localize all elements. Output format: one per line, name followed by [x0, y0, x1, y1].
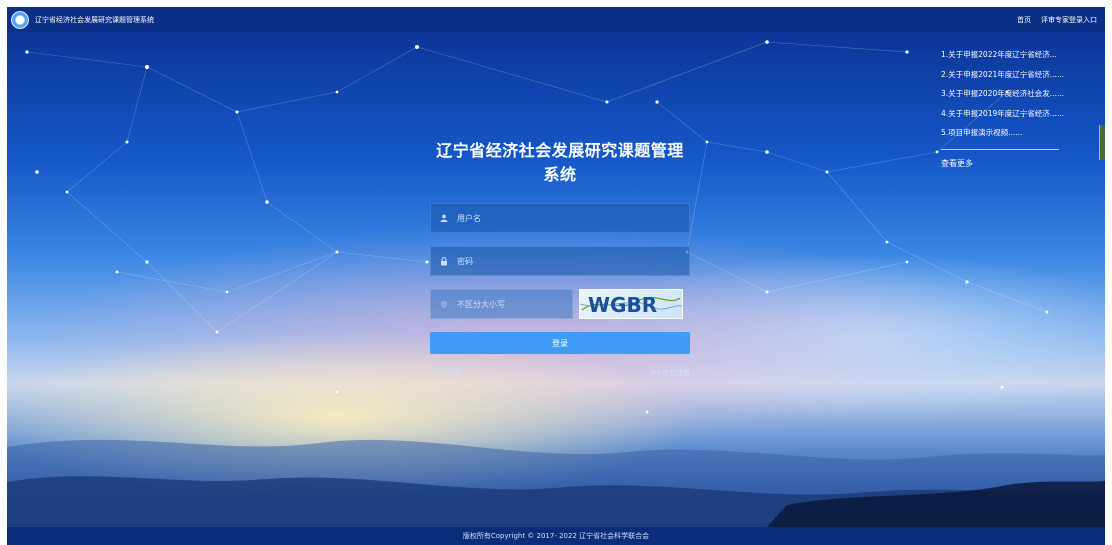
side-tab-handle[interactable]	[1099, 125, 1105, 160]
copyright-text: 版权所有Copyright © 2017- 2022 辽宁省社会科学联合会	[462, 532, 650, 540]
news-item[interactable]: 4.关于申报2019年度辽宁省经济......	[941, 104, 1073, 124]
footer: 版权所有Copyright © 2017- 2022 辽宁省社会科学联合会	[7, 527, 1105, 545]
brand: 辽宁省经济社会发展研究课题管理系统	[7, 10, 154, 29]
view-more-link[interactable]: 查看更多	[941, 158, 1073, 169]
mountain-landscape	[7, 439, 1105, 527]
password-field[interactable]	[430, 246, 690, 276]
username-input[interactable]	[455, 212, 659, 224]
logo-icon	[11, 10, 29, 29]
captcha-row: WGBR	[430, 289, 690, 319]
login-button[interactable]: 登录	[430, 332, 690, 354]
top-bar: 辽宁省经济社会发展研究课题管理系统 首页 评审专家登录入口	[7, 7, 1105, 32]
captcha-input[interactable]	[455, 298, 569, 310]
nav-home-link[interactable]: 首页	[1017, 15, 1031, 25]
site-title: 辽宁省经济社会发展研究课题管理系统	[35, 15, 154, 24]
news-item[interactable]: 5.项目申报演示视频......	[941, 123, 1073, 143]
login-title: 辽宁省经济社会发展研究课题管理系统	[436, 141, 684, 184]
captcha-text: WGBR	[588, 293, 657, 317]
username-field[interactable]	[430, 203, 690, 233]
register-link[interactable]: >>点此注册	[650, 368, 690, 378]
login-panel: 辽宁省经济社会发展研究课题管理系统 用户名 不区分大小写 WGBR 登录 忘记密…	[430, 137, 690, 378]
lock-icon	[439, 256, 449, 266]
password-input[interactable]	[455, 255, 659, 267]
news-item[interactable]: 2.关于申报2021年度辽宁省经济......	[941, 65, 1073, 85]
forgot-password-link[interactable]: 忘记密码?	[430, 368, 462, 378]
login-links: 忘记密码? >>点此注册	[430, 368, 690, 378]
shield-icon	[439, 299, 449, 309]
nav-expert-login-link[interactable]: 评审专家登录入口	[1041, 15, 1097, 25]
news-item[interactable]: 1.关于申报2022年度辽宁省经济...	[941, 45, 1073, 65]
user-icon	[439, 213, 449, 223]
page-frame: 辽宁省经济社会发展研究课题管理系统 首页 评审专家登录入口 辽宁省经济社会发展研…	[7, 7, 1105, 545]
top-nav: 首页 评审专家登录入口	[1017, 15, 1105, 25]
news-divider	[941, 148, 1059, 150]
news-panel: 1.关于申报2022年度辽宁省经济... 2.关于申报2021年度辽宁省经济..…	[941, 45, 1073, 169]
news-item[interactable]: 3.关于申报2020年度经济社会发......	[941, 84, 1073, 104]
captcha-image[interactable]: WGBR	[579, 289, 683, 319]
captcha-field[interactable]	[430, 289, 573, 319]
